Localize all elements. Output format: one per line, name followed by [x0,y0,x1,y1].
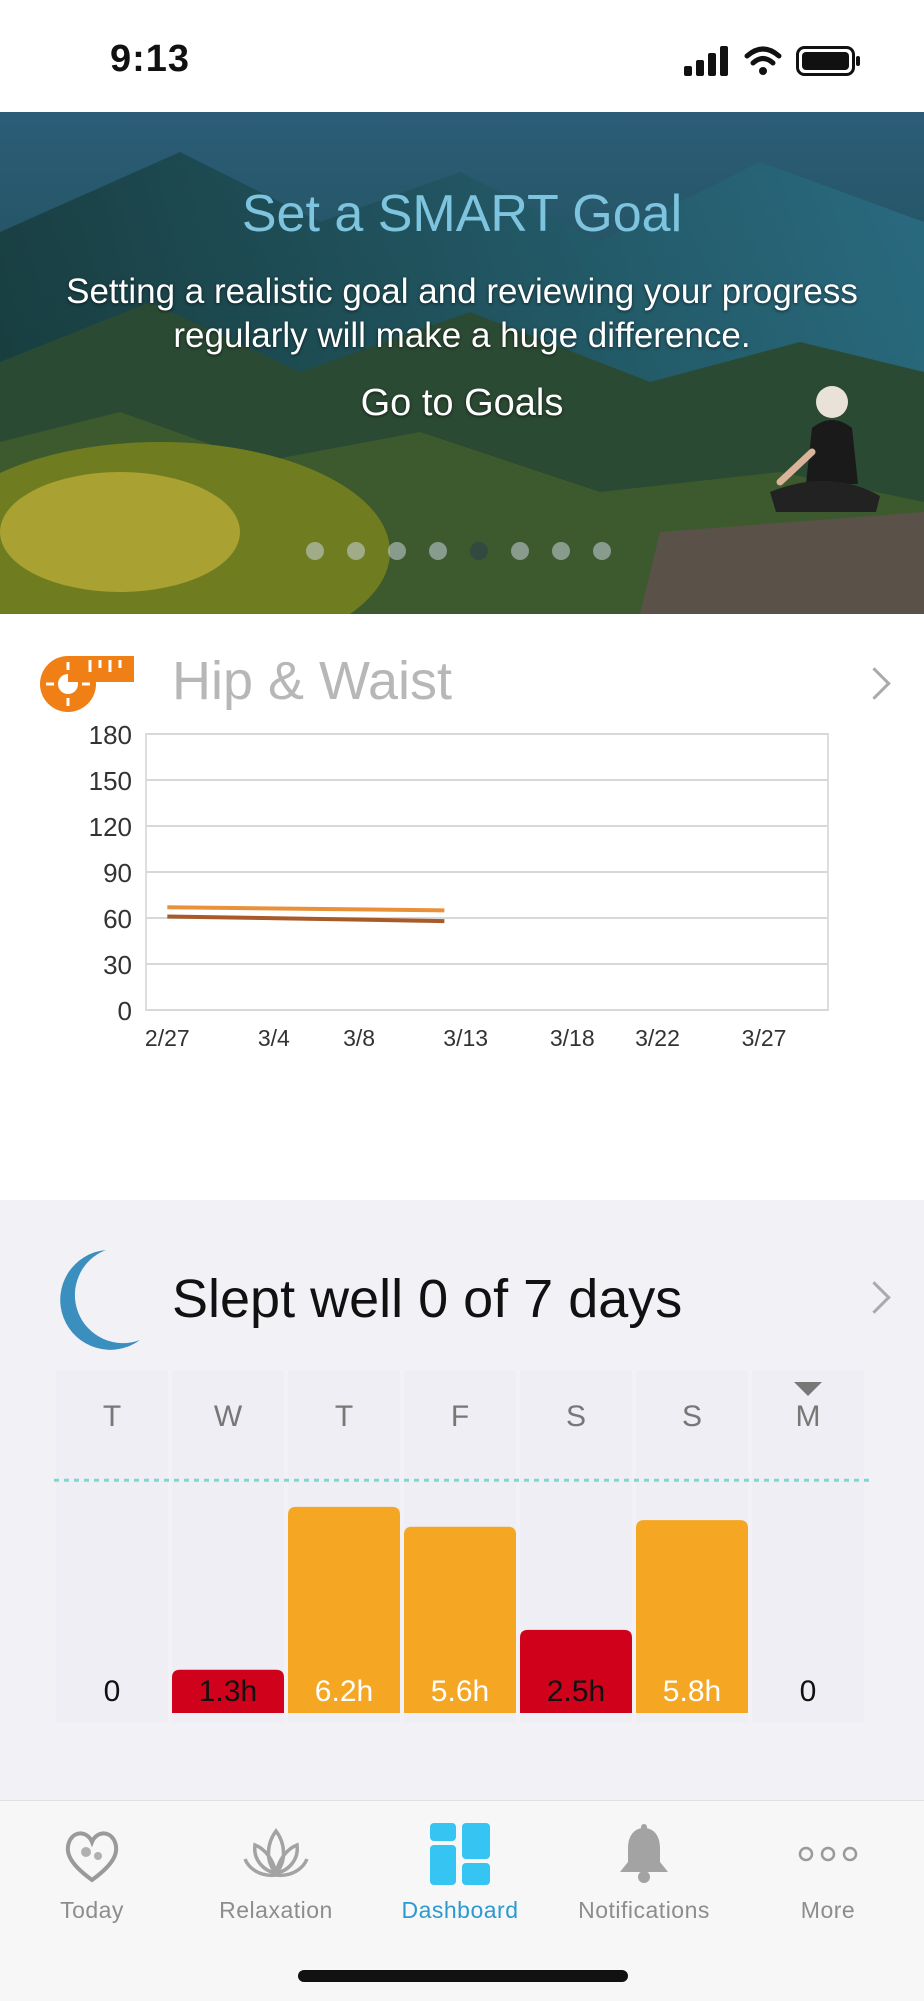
sleep-bar-label: 6.2h [315,1675,373,1708]
carousel-dot[interactable] [429,542,447,560]
day-label: T [103,1400,121,1433]
tab-label-notifications: Notifications [578,1897,710,1923]
tab-label-more: More [800,1897,856,1923]
hip-waist-title: Hip & Waist [172,651,453,711]
signal-icon [684,46,728,76]
tab-notifications[interactable]: Notifications [552,1819,736,1924]
bell-icon [620,1824,668,1883]
hero-description: Setting a realistic goal and reviewing y… [66,272,858,355]
day-label: M [796,1400,821,1433]
y-tick-label: 90 [103,858,132,888]
y-tick-label: 120 [89,812,132,842]
sleep-card[interactable]: Slept well 0 of 7 days T W T F S S M 0 1.3h 6.2h 5… [0,1200,924,1800]
day-label: W [214,1400,243,1433]
x-tick-label: 3/27 [742,1025,787,1051]
sleep-bar-label: 2.5h [547,1675,605,1708]
y-tick-label: 60 [103,904,132,934]
status-time: 9:13 [110,38,191,80]
go-to-goals-link[interactable]: Go to Goals [0,382,924,425]
tab-label-dashboard: Dashboard [401,1897,519,1923]
wifi-icon [744,46,782,75]
y-tick-label: 150 [89,766,132,796]
status-icons [684,44,862,78]
sleep-title: Slept well 0 of 7 days [172,1269,683,1329]
carousel-dot[interactable] [552,542,570,560]
carousel-dot[interactable] [511,542,529,560]
status-bar: 9:13 [0,0,924,112]
more-dots-icon [798,1846,858,1862]
carousel-dot[interactable] [388,542,406,560]
y-tick-label: 30 [103,950,132,980]
tab-today[interactable]: Today [0,1819,184,1924]
heart-people-icon [65,1831,119,1883]
carousel-dot[interactable] [347,542,365,560]
sleep-bar-chart: T W T F S S M 0 1.3h 6.2h 5.6h 2.5h 5.8h 0 [54,1370,870,1723]
sleep-bar-label: 1.3h [199,1675,257,1708]
x-tick-label: 3/22 [635,1025,680,1051]
tab-label-today: Today [60,1897,124,1923]
sleep-bar-label: 5.6h [431,1675,489,1708]
lotus-icon [243,1828,309,1878]
moon-icon [60,1250,140,1350]
day-label: S [682,1400,702,1433]
hip-chevron-right-icon[interactable] [858,667,891,700]
y-tick-label: 0 [118,996,132,1026]
sleep-bar-label: 5.8h [663,1675,721,1708]
day-label: F [451,1400,469,1433]
battery-icon [796,46,860,76]
x-tick-label: 3/13 [443,1025,488,1051]
carousel-dot[interactable] [593,542,611,560]
tape-measure-icon [40,656,134,712]
day-label: T [335,1400,353,1433]
sleep-chevron-right-icon[interactable] [858,1281,891,1314]
hero-banner[interactable]: Set a SMART Goal Setting a realistic goa… [0,112,924,614]
sleep-bar-label: 0 [104,1675,121,1708]
dashboard-grid-icon [430,1823,490,1885]
tab-more[interactable]: More [736,1819,920,1924]
hero-title: Set a SMART Goal [241,185,683,243]
sleep-bar-label: 0 [800,1675,817,1708]
y-tick-label: 180 [89,720,132,750]
hip-waist-line-chart: 0 30 60 90 120 150 180 2/27 3/4 3/8 3/13 3/18 3/22 3/… [89,720,829,1051]
carousel-page-dots[interactable] [306,542,611,560]
tab-label-relaxation: Relaxation [219,1897,333,1923]
carousel-dot[interactable] [470,542,488,560]
hip-waist-card[interactable]: Hip & Waist 0 30 60 90 120 150 180 2/27 3/4 3/8 3/… [0,614,924,1200]
x-tick-label: 3/4 [258,1025,290,1051]
tab-relaxation[interactable]: Relaxation [184,1819,368,1924]
day-label: S [566,1400,586,1433]
tab-dashboard[interactable]: Dashboard [368,1819,552,1924]
carousel-dot[interactable] [306,542,324,560]
home-indicator [298,1970,628,1982]
x-tick-label: 2/27 [145,1025,190,1051]
x-tick-label: 3/18 [550,1025,595,1051]
x-tick-label: 3/8 [343,1025,375,1051]
